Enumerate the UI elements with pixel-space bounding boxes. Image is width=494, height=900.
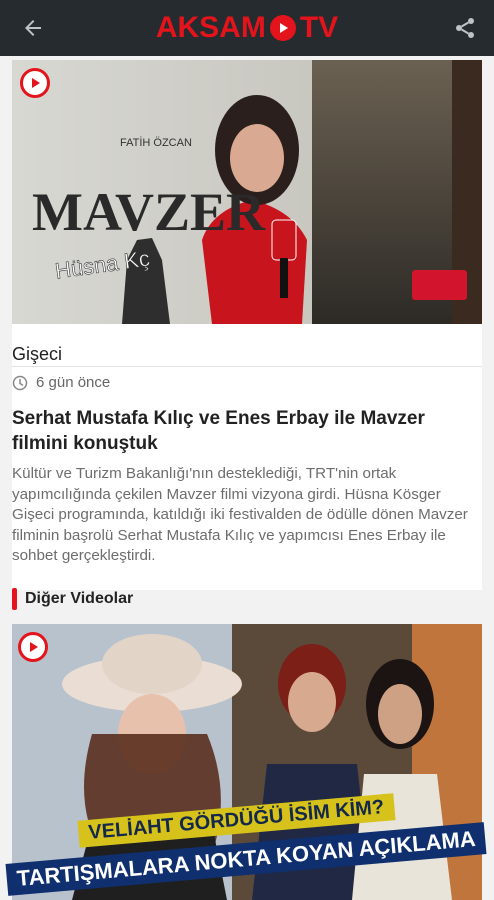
time-ago-text: 6 gün önce: [36, 374, 111, 391]
other-videos-header: Diğer Videolar: [12, 588, 133, 610]
video-thumbnail-image: MAVZER FATİH ÖZCAN Hüsna Kç: [12, 60, 482, 324]
play-icon: [32, 78, 40, 88]
back-button[interactable]: [14, 10, 52, 46]
section-accent-bar: [12, 588, 17, 610]
article-card: MAVZER FATİH ÖZCAN Hüsna Kç Gişeci 6 gün…: [12, 60, 482, 590]
clock-icon: [12, 375, 28, 390]
section-title: Diğer Videolar: [25, 590, 134, 607]
article-video-thumbnail[interactable]: MAVZER FATİH ÖZCAN Hüsna Kç: [12, 60, 482, 324]
logo-text-left: AKSAM: [155, 11, 266, 44]
video-play-badge: [18, 632, 48, 662]
article-summary: Kültür ve Turizm Bakanlığı'nın destekled…: [12, 465, 468, 564]
share-icon: [456, 18, 474, 38]
poster-title: MAVZER: [32, 182, 266, 242]
article-time: 6 gün önce: [12, 374, 110, 391]
logo-text-right: TV: [299, 11, 339, 44]
app-header: AKSAM TV: [0, 0, 494, 56]
poster-credit: FATİH ÖZCAN: [120, 136, 192, 149]
arrow-left-icon: [25, 20, 41, 36]
video-play-badge: [20, 68, 50, 98]
share-button[interactable]: [446, 10, 484, 46]
play-icon: [269, 15, 296, 41]
app-logo: AKSAM TV: [156, 11, 338, 45]
play-icon: [30, 642, 38, 652]
article-title: Serhat Mustafa Kılıç ve Enes Erbay ile M…: [12, 408, 425, 454]
article-category[interactable]: Gişeci: [12, 344, 62, 365]
divider: [12, 366, 482, 367]
